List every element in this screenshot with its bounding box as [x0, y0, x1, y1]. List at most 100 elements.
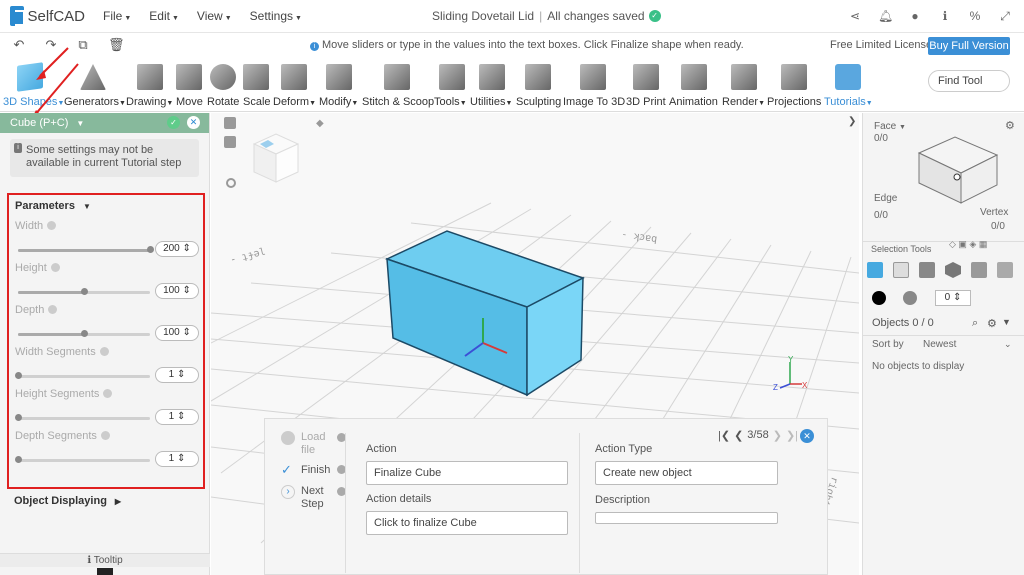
height-slider-handle[interactable] [81, 288, 88, 295]
next-step-icon[interactable]: ❯ [773, 429, 782, 442]
action-field[interactable]: Finalize Cube [366, 461, 568, 485]
close-icon[interactable]: ✕ [187, 116, 200, 129]
search-icon[interactable]: ⌕ [972, 317, 978, 330]
depth-segments-slider-handle[interactable] [15, 456, 22, 463]
buy-full-version-button[interactable]: Buy Full Version [928, 37, 1010, 55]
close-icon[interactable]: ✕ [800, 429, 814, 443]
find-tool-input[interactable]: Find Tool [928, 70, 1010, 92]
height-segments-slider-handle[interactable] [15, 414, 22, 421]
user-icon[interactable]: ● [908, 9, 922, 23]
prev-step-icon[interactable]: ❮ [734, 429, 743, 442]
tool-deform[interactable]: Deform▼ [272, 58, 316, 112]
action-type-field[interactable]: Create new object [595, 461, 778, 485]
finalize-check-icon[interactable]: ✓ [167, 116, 180, 129]
select-loop-icon[interactable] [997, 262, 1013, 278]
check-icon: ✓ [281, 462, 292, 477]
tool-stitch-scoop[interactable]: Stitch & Scoop [362, 58, 434, 112]
width-segments-slider[interactable] [18, 375, 150, 378]
last-step-icon[interactable]: ❯| [786, 429, 798, 442]
edge-label[interactable]: Edge [874, 193, 897, 204]
select-wireframe-icon[interactable] [893, 262, 909, 278]
tool-render[interactable]: Render▼ [722, 58, 766, 112]
sort-select[interactable]: Newest [923, 339, 956, 350]
projections-icon [781, 64, 807, 90]
selection-mini-icons[interactable]: ◇ ▣ ◈ ▦ [949, 239, 987, 250]
menu-settings[interactable]: Settings ▼ [250, 9, 302, 23]
select-edge-icon[interactable] [945, 262, 961, 278]
share-icon[interactable]: ⋖ [848, 9, 862, 23]
tool-image-to-3d[interactable]: Image To 3D [563, 58, 625, 112]
tool-drawing[interactable]: Drawing▼ [124, 58, 173, 112]
color-number-input[interactable]: 0 ⇕ [935, 290, 971, 306]
tool-rotate[interactable]: Rotate [206, 58, 240, 112]
gear-icon[interactable]: ⚙ [987, 317, 997, 330]
tool-move[interactable]: Move [174, 58, 204, 112]
width-slider-handle[interactable] [147, 246, 154, 253]
chevron-down-icon[interactable]: ▼ [76, 119, 84, 128]
first-step-icon[interactable]: |❮ [718, 429, 730, 442]
menu-file[interactable]: File ▼ [103, 9, 131, 23]
calculator-icon[interactable]: % [968, 9, 982, 23]
logo-mark-icon [10, 6, 26, 26]
tool-modify[interactable]: Modify▼ [318, 58, 360, 112]
object-displaying-section[interactable]: Object Displaying ▶ [14, 495, 121, 507]
notification-bell-icon[interactable]: 🔔︎ [878, 9, 893, 23]
hint-message: i Move sliders or type in the values into… [310, 39, 744, 51]
width-input[interactable]: 200 ⇕ [155, 241, 199, 257]
chevron-down-icon[interactable]: ▼ [1002, 317, 1011, 327]
fullscreen-icon[interactable]: ⤢ [998, 9, 1012, 23]
tool-tools[interactable]: Tools▼ [434, 58, 470, 112]
panel-resize-handle[interactable] [97, 568, 113, 575]
width-segments-input[interactable]: 1 ⇕ [155, 367, 199, 383]
texture-icon[interactable] [903, 291, 917, 305]
tooltip-bar[interactable]: ℹ Tooltip [0, 553, 210, 567]
height-segments-slider[interactable] [18, 417, 150, 420]
selection-mode-cube[interactable] [907, 127, 1007, 207]
parameters-title[interactable]: Parameters ▼ [15, 200, 91, 212]
tool-animation[interactable]: Animation [668, 58, 720, 112]
tool-sculpting[interactable]: Sculpting [516, 58, 561, 112]
project-title[interactable]: Sliding Dovetail Lid [432, 9, 534, 23]
divider [579, 433, 580, 573]
height-segments-input[interactable]: 1 ⇕ [155, 409, 199, 425]
depth-input[interactable]: 100 ⇕ [155, 325, 199, 341]
depth-slider-handle[interactable] [81, 330, 88, 337]
description-field[interactable] [595, 512, 778, 524]
tool-scale[interactable]: Scale [242, 58, 271, 112]
tool-tutorials[interactable]: Tutorials▼ [823, 58, 873, 112]
navigation-view-cube[interactable] [250, 132, 302, 184]
select-vertex-icon[interactable] [971, 262, 987, 278]
vertex-label[interactable]: Vertex [980, 207, 1008, 218]
width-slider[interactable] [18, 249, 150, 252]
scale-icon [243, 64, 269, 90]
face-label[interactable]: Face ▼ [874, 121, 906, 132]
info-icon[interactable]: ℹ [938, 9, 952, 23]
animation-icon [681, 64, 707, 90]
focus-icon[interactable] [224, 136, 236, 148]
select-face-icon[interactable] [919, 262, 935, 278]
height-input[interactable]: 100 ⇕ [155, 283, 199, 299]
top-bar: SelfCAD File ▼ Edit ▼ View ▼ Settings ▼ Slid… [0, 0, 1024, 33]
home-icon[interactable] [224, 117, 236, 129]
left-panel: Cube (P+C) ▼ ✓ ✕ i Some settings may not … [0, 113, 210, 575]
action-details-field[interactable]: Click to finalize Cube [366, 511, 568, 535]
tool-utilities[interactable]: Utilities▼ [470, 58, 514, 112]
selfcad-logo[interactable]: SelfCAD [10, 6, 85, 26]
light-icon[interactable]: ◆ [316, 118, 328, 130]
right-panel: Face ▼ 0/0 ⚙ Edge 0/0 Vertex 0/0 Selecti… [862, 113, 1024, 575]
param-depth: Depth 100 ⇕ [15, 304, 199, 341]
select-object-icon[interactable] [867, 262, 883, 278]
depth-segments-slider[interactable] [18, 459, 150, 462]
depth-segments-input[interactable]: 1 ⇕ [155, 451, 199, 467]
globe-icon[interactable] [226, 178, 236, 188]
tool-3d-print[interactable]: 3D Print [626, 58, 666, 112]
tool-projections[interactable]: Projections [766, 58, 822, 112]
width-segments-slider-handle[interactable] [15, 372, 22, 379]
sculpting-icon [525, 64, 551, 90]
chevron-right-icon[interactable]: ❯ [848, 116, 860, 128]
menu-edit[interactable]: Edit ▼ [149, 9, 179, 23]
download-icon [281, 431, 295, 445]
menu-view[interactable]: View ▼ [197, 9, 232, 23]
color-swatch[interactable] [872, 291, 886, 305]
chevron-down-icon[interactable]: ⌄ [1004, 339, 1012, 350]
